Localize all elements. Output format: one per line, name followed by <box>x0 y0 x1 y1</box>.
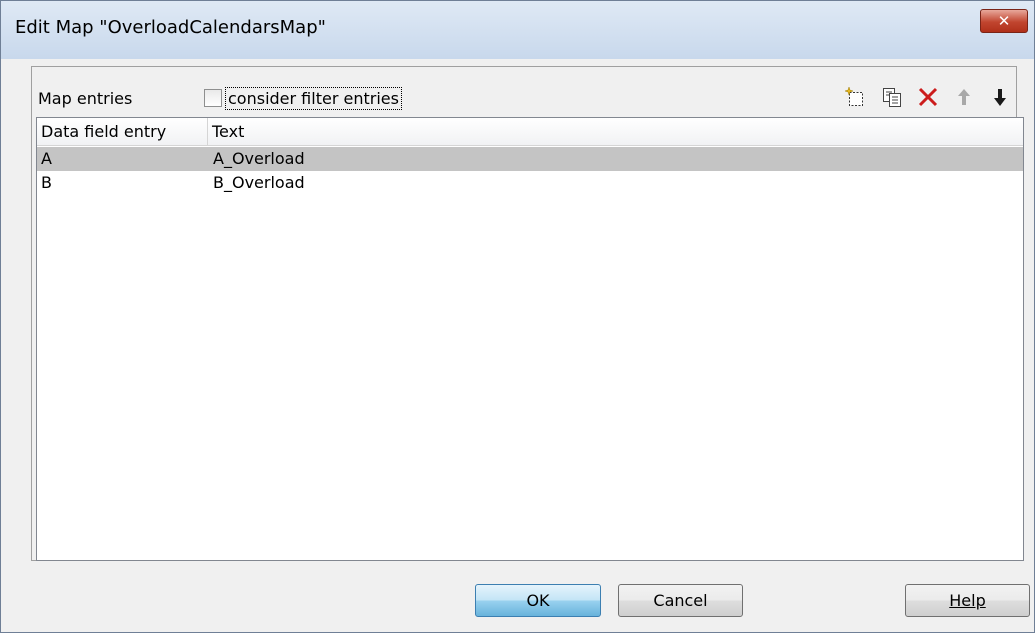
move-up-icon[interactable] <box>952 85 976 109</box>
new-entry-icon[interactable] <box>844 85 868 109</box>
list-header: Data field entry Text <box>37 118 1023 146</box>
row-key: B <box>41 173 52 192</box>
map-entries-label: Map entries <box>38 89 133 108</box>
map-entries-list[interactable]: Data field entry Text A A_Overload B B_O… <box>36 117 1024 561</box>
window-title: Edit Map "OverloadCalendarsMap" <box>15 17 326 38</box>
close-icon: ✕ <box>997 12 1011 30</box>
row-key: A <box>41 149 52 168</box>
row-text: B_Overload <box>213 173 305 192</box>
copy-icon[interactable] <box>880 85 904 109</box>
consider-filter-label[interactable]: consider filter entries <box>225 87 402 110</box>
help-button-label: Help <box>949 591 986 610</box>
dialog-body: Map entries consider filter entries Data… <box>9 59 1030 626</box>
map-entries-panel: Map entries consider filter entries Data… <box>31 66 1024 561</box>
consider-filter-checkbox[interactable] <box>204 89 222 107</box>
ok-button[interactable]: OK <box>475 584 601 617</box>
cancel-button[interactable]: Cancel <box>618 584 743 617</box>
table-row[interactable]: B B_Overload <box>37 171 1023 195</box>
entries-toolbar <box>844 84 1012 110</box>
column-header-text[interactable]: Text <box>208 118 1023 146</box>
help-button[interactable]: Help <box>905 584 1030 617</box>
table-row[interactable]: A A_Overload <box>37 147 1023 171</box>
row-text: A_Overload <box>213 149 305 168</box>
dialog-window: Edit Map "OverloadCalendarsMap" ✕ Map en… <box>0 0 1035 633</box>
column-header-data-field-entry[interactable]: Data field entry <box>37 118 208 146</box>
delete-icon[interactable] <box>916 85 940 109</box>
close-button[interactable]: ✕ <box>980 9 1028 33</box>
move-down-icon[interactable] <box>988 85 1012 109</box>
title-bar[interactable]: Edit Map "OverloadCalendarsMap" ✕ <box>1 1 1034 59</box>
